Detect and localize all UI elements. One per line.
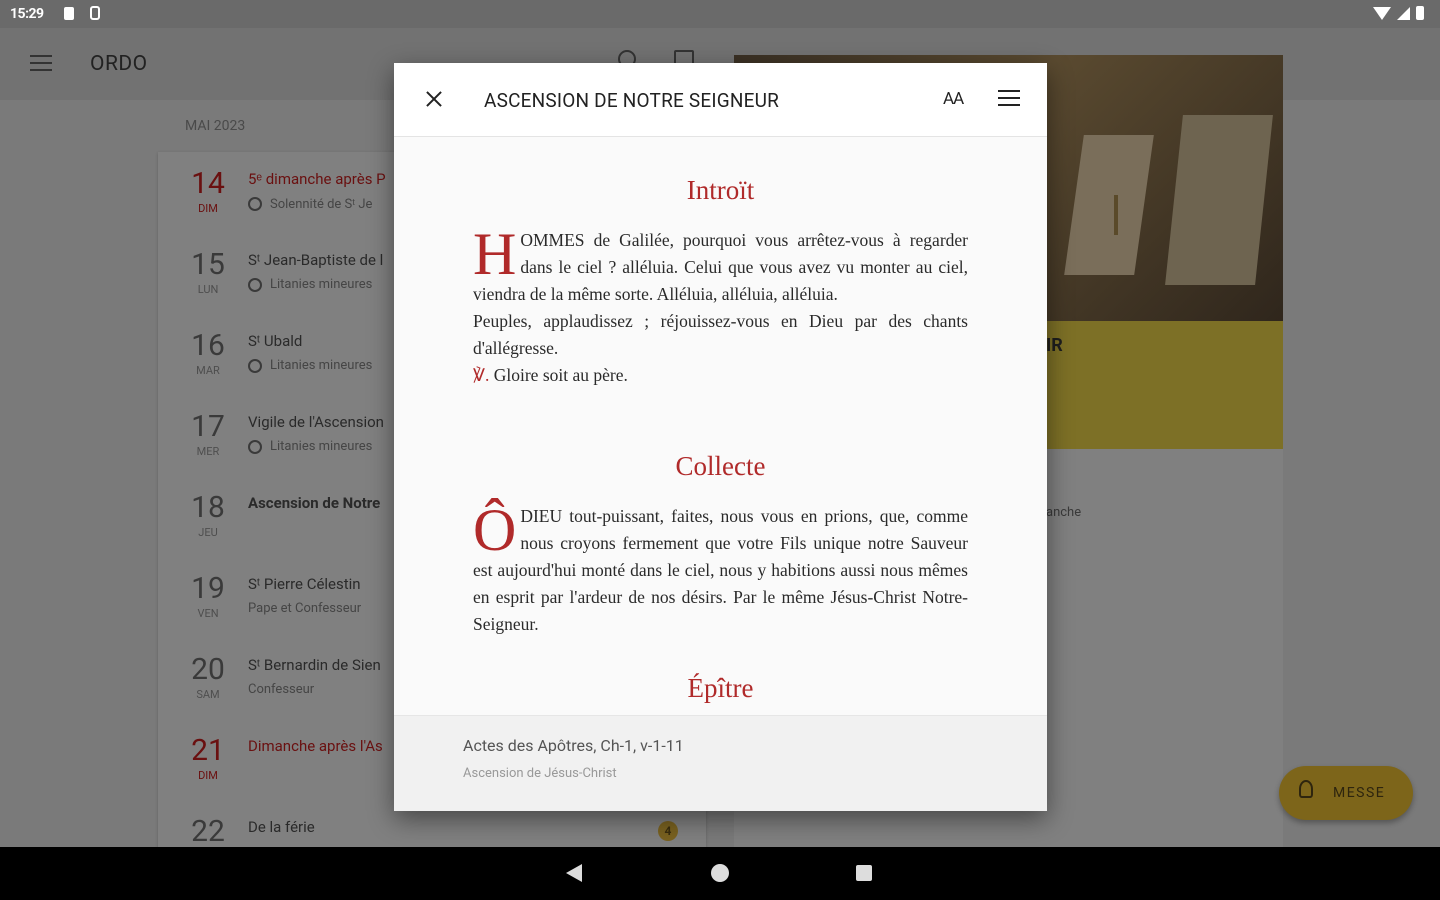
versicle-text: Gloire soit au père. <box>489 365 628 385</box>
day-subtitle-text: Litanies mineures <box>270 439 373 454</box>
system-navigation-bar <box>0 847 1440 900</box>
day-subtitle: Litanies mineures <box>248 277 372 292</box>
day-subtitle-text: Litanies mineures <box>270 277 373 292</box>
status-bar: 15:29 <box>0 0 1440 28</box>
day-number: 16 <box>191 328 225 363</box>
day-number: 18 <box>191 490 225 525</box>
feast-title-fragment: IR <box>1046 335 1063 356</box>
chalice-icon <box>1299 780 1313 798</box>
day-title: Sᵗ Ubald <box>248 332 303 350</box>
day-title: 5ᵉ dimanche après P <box>248 170 386 188</box>
day-weekday: DIM <box>198 202 218 215</box>
day-title: Sᵗ Jean-Baptiste de l <box>248 251 384 269</box>
day-title: Sᵗ Bernardin de Sien <box>248 656 381 674</box>
status-indicators <box>1373 6 1424 20</box>
hamburger-menu-icon[interactable] <box>30 55 52 71</box>
clock-icon <box>248 439 262 454</box>
signal-icon <box>1397 6 1410 20</box>
rank-badge: 4 <box>658 821 678 841</box>
clock-icon <box>248 277 262 292</box>
section-heading-introit: Introït <box>686 175 755 205</box>
table-of-contents-icon[interactable] <box>998 90 1020 108</box>
day-weekday: JEU <box>198 526 218 539</box>
day-title: Dimanche après l'As <box>248 737 383 755</box>
back-icon[interactable] <box>566 864 582 882</box>
day-weekday: MAR <box>196 364 220 377</box>
day-subtitle-text: Litanies mineures <box>270 358 373 373</box>
introit-paragraph-2: Peuples, applaudissez ; réjouissez-vous … <box>473 311 968 358</box>
reading-reference-title: Actes des Apôtres, Ch-1, v-1-11 <box>463 736 684 755</box>
close-icon[interactable] <box>422 87 446 111</box>
day-subtitle-text: Solennité de Sᵗ Je <box>270 197 373 212</box>
day-number: 22 <box>191 814 225 849</box>
dropcap: Ô <box>473 497 517 563</box>
reading-reference-subtitle: Ascension de Jésus-Christ <box>463 766 617 781</box>
sd-card-icon <box>64 7 74 20</box>
day-title: Sᵗ Pierre Célestin <box>248 575 361 593</box>
day-title: De la férie <box>248 818 315 836</box>
day-title: Ascension de Notre <box>248 494 381 512</box>
day-weekday: MER <box>196 445 220 458</box>
collecte-paragraph: DIEU tout-puissant, faites, nous vous en… <box>473 506 968 634</box>
section-heading-epitre: Épître <box>687 673 754 703</box>
day-weekday: LUN <box>197 283 219 296</box>
dialog-title: ASCENSION DE NOTRE SEIGNEUR <box>484 89 780 112</box>
recent-apps-icon[interactable] <box>856 865 872 881</box>
dropcap: H <box>473 221 517 287</box>
messe-button[interactable]: MESSE <box>1279 766 1413 820</box>
clock-icon <box>248 358 262 373</box>
dialog-body[interactable]: Introït H OMMES de Galilée, pourquoi vous… <box>394 137 1047 715</box>
day-number: 17 <box>191 409 225 444</box>
day-weekday: SAM <box>196 688 220 701</box>
wifi-icon <box>1373 6 1391 20</box>
day-subtitle: Pape et Confesseur <box>248 601 362 616</box>
text-size-icon[interactable]: AA <box>943 89 964 109</box>
app-title: ORDO <box>90 52 148 76</box>
messe-label: MESSE <box>1333 785 1386 801</box>
day-weekday: DIM <box>198 769 218 782</box>
home-icon[interactable] <box>711 864 729 882</box>
collecte-text: Ô DIEU tout-puissant, faites, nous vous e… <box>473 497 968 638</box>
introit-text: H OMMES de Galilée, pourquoi vous arrêtez… <box>473 221 968 389</box>
day-number: 14 <box>191 166 225 201</box>
status-time: 15:29 <box>10 6 44 22</box>
day-subtitle: Solennité de Sᵗ Je <box>248 196 372 212</box>
day-subtitle: Confesseur <box>248 682 315 697</box>
versicle-mark: ℣. <box>473 365 490 385</box>
day-weekday: VEN <box>197 607 219 620</box>
mass-text-dialog: ASCENSION DE NOTRE SEIGNEUR AA Introït H… <box>394 63 1047 811</box>
section-heading-collecte: Collecte <box>675 451 766 481</box>
reading-reference[interactable]: Actes des Apôtres, Ch-1, v-1-11 Ascensio… <box>394 715 1047 811</box>
dialog-header: ASCENSION DE NOTRE SEIGNEUR AA <box>394 63 1047 137</box>
day-subtitle: Litanies mineures <box>248 439 372 454</box>
day-number: 19 <box>191 571 225 606</box>
day-title: Vigile de l'Ascension <box>248 413 384 431</box>
day-number: 20 <box>191 652 225 687</box>
day-number: 15 <box>191 247 225 282</box>
day-number: 21 <box>191 733 225 768</box>
clock-icon <box>248 197 262 211</box>
battery-icon <box>1416 6 1424 20</box>
shield-icon <box>90 6 100 20</box>
detail-text-fragment: anche <box>1046 505 1082 520</box>
introit-paragraph: OMMES de Galilée, pourquoi vous arrêtez-… <box>473 230 968 304</box>
day-subtitle: Litanies mineures <box>248 358 372 373</box>
month-label: MAI 2023 <box>185 118 246 134</box>
